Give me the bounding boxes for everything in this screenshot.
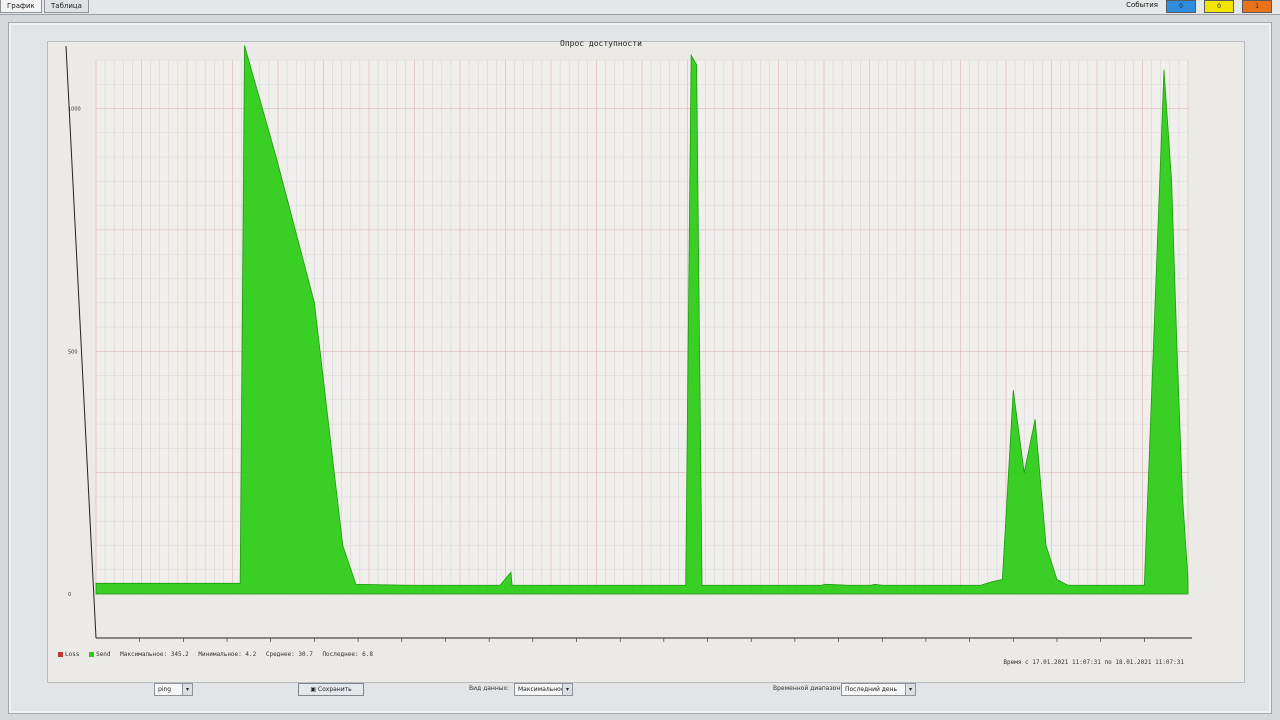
y-tick-label: 0 — [68, 592, 71, 598]
time-range-select-value: Последний день — [845, 686, 898, 693]
y-tick-label: 1000 — [68, 107, 81, 113]
time-range-label: Временной диапазон: — [773, 685, 843, 692]
metric-select[interactable]: ping ▾ — [154, 683, 193, 696]
chevron-down-icon[interactable]: ▾ — [905, 684, 915, 695]
loss-swatch-icon — [58, 652, 63, 657]
data-view-select[interactable]: Максимальное ▾ — [514, 683, 573, 696]
bottom-controls: ping ▾ ▣ Сохранить Вид данных: Максималь… — [0, 683, 1280, 701]
time-range-select[interactable]: Последний день ▾ — [841, 683, 916, 696]
legend-loss: Loss — [58, 651, 79, 658]
y-axis — [65, 45, 97, 639]
chart-title: Опрос доступности — [560, 39, 642, 48]
y-tick-label: 500 — [68, 349, 78, 355]
time-range-text: Время с 17.01.2021 11:07:31 по 18.01.202… — [1003, 659, 1184, 666]
stat-max: Максимальное: 345.2 — [120, 651, 189, 658]
stat-avg: Среднее: 30.7 — [265, 651, 313, 658]
save-button[interactable]: ▣ Сохранить — [298, 683, 364, 696]
stat-last: Последнее: 6.8 — [322, 651, 374, 658]
data-view-label: Вид данных: — [469, 685, 510, 692]
metric-select-value: ping — [158, 686, 172, 693]
screen: График Таблица События 0 0 1 0 500 1000 Оп… — [0, 0, 1280, 720]
legend-send: Send — [89, 651, 111, 658]
save-button-label: Сохранить — [317, 686, 352, 693]
chart-stats: Loss Send Максимальное: 345.2 Минимально… — [58, 651, 379, 658]
chevron-down-icon[interactable]: ▾ — [562, 684, 572, 695]
data-view-select-value: Максимальное — [518, 686, 565, 693]
chevron-down-icon[interactable]: ▾ — [182, 684, 192, 695]
availability-chart: 0 500 1000 — [65, 45, 1192, 642]
stat-min: Минимальное: 4.2 — [198, 651, 257, 658]
save-icon: ▣ — [310, 686, 318, 693]
send-swatch-icon — [89, 652, 95, 657]
